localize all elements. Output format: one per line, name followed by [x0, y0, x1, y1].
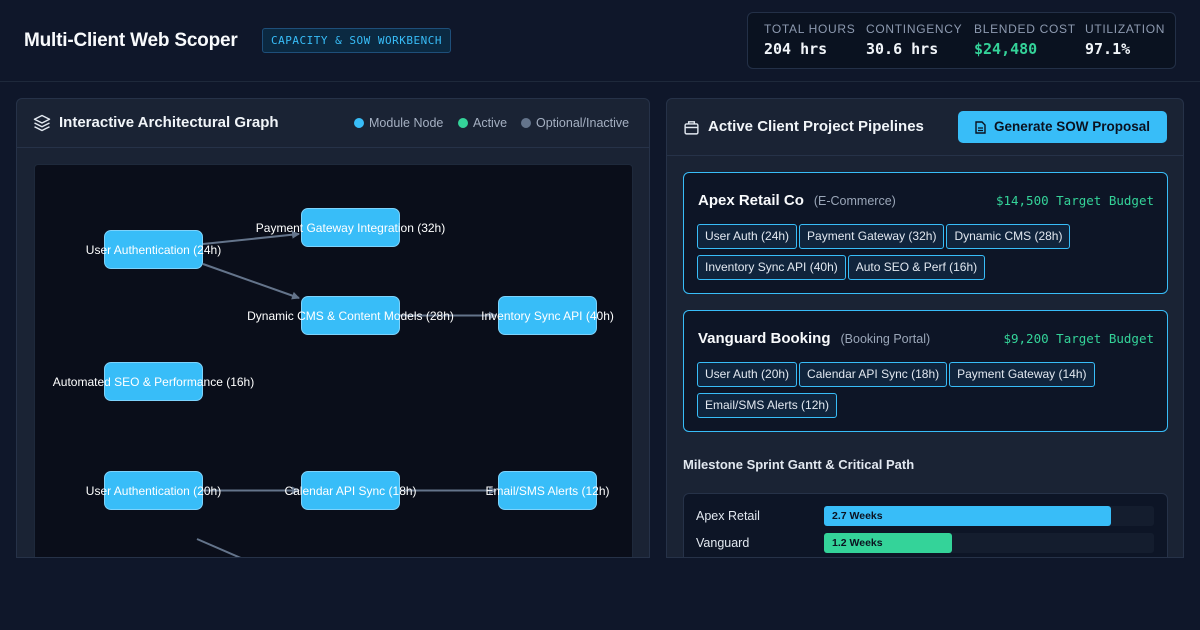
gantt-track: 2.7 Weeks [824, 506, 1154, 526]
client-name-text: Vanguard Booking [698, 330, 831, 347]
graph-node[interactable]: Dynamic CMS & Content Models (28h) [247, 296, 454, 335]
client-card-vanguard-booking[interactable]: Vanguard Booking (Booking Portal) $9,200 … [683, 310, 1168, 432]
module-tag[interactable]: Calendar API Sync (18h) [799, 362, 948, 387]
graph-node-label: Inventory Sync API (40h) [481, 309, 614, 323]
module-tag[interactable]: Dynamic CMS (28h) [946, 224, 1071, 249]
gantt-title: Milestone Sprint Gantt & Critical Path [683, 457, 915, 472]
legend-optional: Optional/Inactive [521, 116, 629, 130]
graph-node-label: Email/SMS Alerts (12h) [485, 484, 610, 498]
app-header: Multi-Client Web Scoper CAPACITY & SOW W… [0, 0, 1200, 82]
module-tag[interactable]: Email/SMS Alerts (12h) [697, 393, 838, 418]
graph-node-label: User Authentication (24h) [85, 243, 222, 257]
gantt-row: Vanguard 1.2 Weeks [696, 533, 1154, 553]
legend-active: Active [458, 116, 507, 130]
stat-value: $24,480 [974, 40, 1038, 58]
graph-node[interactable]: Email/SMS Alerts (12h) [485, 471, 610, 510]
client-card-apex-retail[interactable]: Apex Retail Co (E-Commerce) $14,500 Targe… [683, 172, 1168, 294]
module-tag[interactable]: Inventory Sync API (40h) [697, 255, 846, 280]
stat-label: CONTINGENCY [866, 22, 963, 36]
stat-label: TOTAL HOURS [764, 22, 856, 36]
graph-edge [202, 263, 300, 300]
gantt-row-label: Apex Retail [696, 509, 760, 523]
client-pipelines-panel: Active Client Project Pipelines Generate… [666, 98, 1184, 558]
stat-value: 204 hrs [764, 40, 828, 58]
graph-node[interactable]: Automated SEO & Performance (16h) [53, 362, 254, 401]
legend-dot [354, 118, 364, 128]
graph-node-label: Dynamic CMS & Content Models (28h) [247, 309, 454, 323]
graph-node-label: Calendar API Sync (18h) [284, 484, 417, 498]
graph-node[interactable]: Payment Gateway Integration (32h) [256, 208, 445, 247]
legend-dot [521, 118, 531, 128]
stat-contingency: CONTINGENCY 30.6 hrs [866, 22, 962, 58]
graph-node-label: Automated SEO & Performance (16h) [52, 375, 255, 389]
app-badge: CAPACITY & SOW WORKBENCH [262, 28, 451, 53]
legend-module-node: Module Node [354, 116, 443, 130]
client-type: (E-Commerce) [813, 194, 896, 208]
module-tag[interactable]: Auto SEO & Perf (16h) [847, 255, 986, 280]
gantt-bar-label: 2.7 Weeks [832, 510, 883, 522]
gantt-row-label: Vanguard [696, 536, 750, 550]
graph-panel-title: Interactive Architectural Graph [59, 114, 279, 131]
gantt-chart: Apex Retail 2.7 Weeks Vanguard 1.2 Weeks [683, 493, 1168, 557]
stat-utilization: UTILIZATION 97.1% [1085, 22, 1165, 58]
gantt-row: Apex Retail 2.7 Weeks [696, 506, 1154, 526]
app-title: Multi-Client Web Scoper [24, 30, 238, 51]
client-name-text: Apex Retail Co [698, 192, 804, 209]
graph-node-label: Payment Gateway Integration (32h) [255, 221, 446, 235]
graph-edge-offscreen [196, 538, 242, 557]
gantt-bar[interactable]: 1.2 Weeks [824, 533, 952, 553]
legend-label: Module Node [369, 116, 444, 130]
gantt-bar[interactable]: 2.7 Weeks [824, 506, 1111, 526]
stat-blended-cost: BLENDED COST $24,480 [974, 22, 1076, 58]
module-tag[interactable]: Payment Gateway (32h) [799, 224, 945, 249]
stat-value: 97.1% [1085, 40, 1131, 58]
graph-canvas[interactable]: User Authentication (24h) Payment Gateway… [34, 164, 633, 557]
generate-sow-label: Generate SOW Proposal [994, 119, 1151, 134]
gantt-track: 1.2 Weeks [824, 533, 1154, 553]
pipelines-panel-header: Active Client Project Pipelines Generate… [667, 99, 1183, 156]
layers-icon [33, 114, 51, 132]
client-name: Vanguard Booking (Booking Portal) [698, 330, 930, 347]
stats-summary: TOTAL HOURS 204 hrs CONTINGENCY 30.6 hrs… [747, 12, 1176, 69]
client-budget: $14,500 Target Budget [995, 193, 1154, 208]
stat-label: UTILIZATION [1085, 22, 1166, 36]
module-tags: User Auth (24h) Payment Gateway (32h) Dyna… [697, 224, 1159, 286]
stat-total-hours: TOTAL HOURS 204 hrs [764, 22, 856, 58]
pipelines-panel-title: Active Client Project Pipelines [708, 118, 924, 135]
client-name: Apex Retail Co (E-Commerce) [698, 192, 896, 209]
stat-value: 30.6 hrs [866, 40, 939, 58]
graph-node[interactable]: Calendar API Sync (18h) [284, 471, 417, 510]
module-tag[interactable]: User Auth (24h) [697, 224, 798, 249]
briefcase-icon [684, 121, 699, 135]
graph-node[interactable]: User Authentication (24h) [86, 230, 221, 269]
legend-label: Optional/Inactive [536, 116, 630, 130]
module-tags: User Auth (20h) Calendar API Sync (18h) Pa… [697, 362, 1159, 424]
module-tag[interactable]: Payment Gateway (14h) [949, 362, 1095, 387]
document-icon [975, 121, 986, 134]
legend-dot [458, 118, 468, 128]
client-budget: $9,200 Target Budget [1003, 331, 1154, 346]
generate-sow-button[interactable]: Generate SOW Proposal [958, 111, 1167, 143]
graph-panel-header: Interactive Architectural Graph Module N… [17, 99, 649, 148]
gantt-bar-label: 1.2 Weeks [832, 537, 883, 549]
client-type: (Booking Portal) [840, 332, 931, 346]
graph-node[interactable]: User Authentication (20h) [86, 471, 221, 510]
legend-label: Active [473, 116, 508, 130]
module-tag[interactable]: User Auth (20h) [697, 362, 798, 387]
stat-label: BLENDED COST [974, 22, 1076, 36]
graph-node-label: User Authentication (20h) [85, 484, 222, 498]
architecture-graph-panel: Interactive Architectural Graph Module N… [16, 98, 650, 558]
graph-node[interactable]: Inventory Sync API (40h) [481, 296, 614, 335]
